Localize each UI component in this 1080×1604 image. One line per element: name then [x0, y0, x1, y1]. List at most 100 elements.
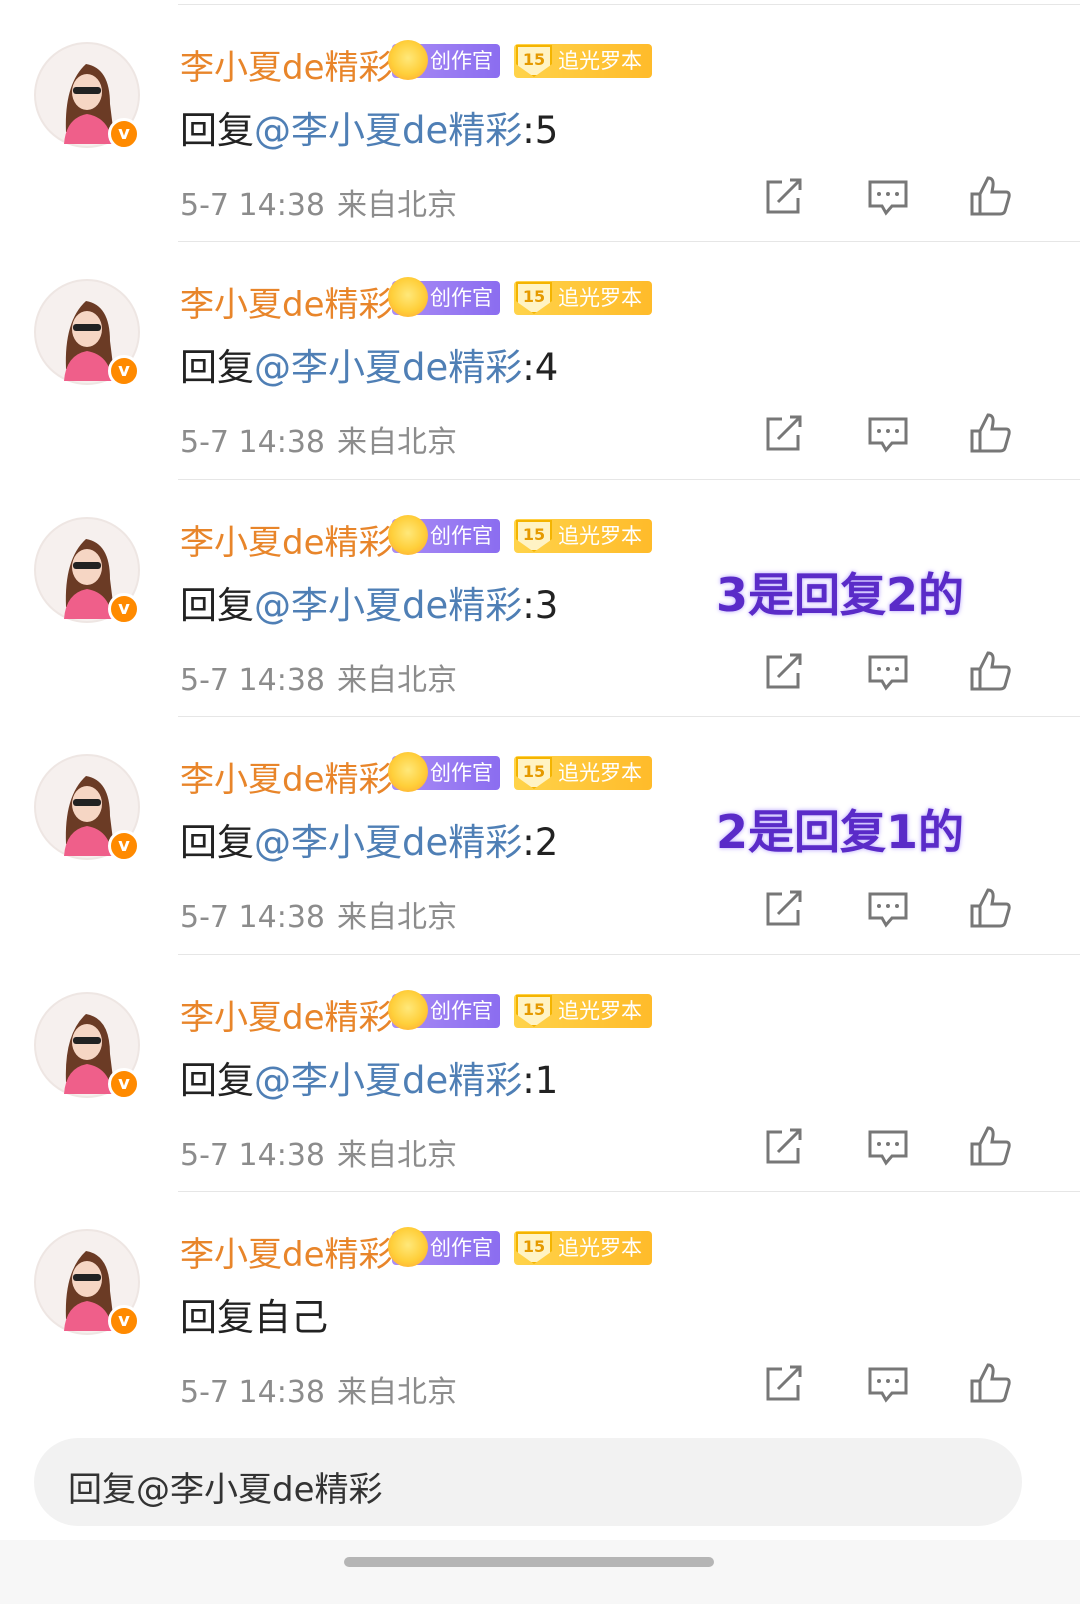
creator-badge[interactable]: 创作官: [388, 990, 500, 1030]
like-icon: [970, 1126, 1011, 1166]
mention-link[interactable]: @李小夏de精彩: [254, 109, 522, 152]
level-badge[interactable]: 15 追光罗本: [514, 44, 652, 78]
level-badge[interactable]: 15 追光罗本: [514, 281, 652, 315]
like-icon: [970, 413, 1011, 453]
avatar[interactable]: v: [34, 517, 140, 625]
comment-text: 回复@李小夏de精彩:4: [180, 346, 559, 389]
comment-meta: 5-7 14:38 来自北京: [180, 417, 457, 461]
like-button[interactable]: [968, 886, 1012, 930]
level-badge[interactable]: 15 追光罗本: [514, 1231, 652, 1265]
verified-badge: v: [108, 593, 140, 625]
like-icon: [970, 176, 1011, 216]
timestamp: 5-7 14:38: [180, 1375, 325, 1410]
verified-badge: v: [108, 1305, 140, 1337]
bulb-icon: [388, 990, 428, 1030]
like-button[interactable]: [968, 649, 1012, 693]
avatar[interactable]: v: [34, 279, 140, 387]
comment-icon: [868, 892, 908, 928]
comment-meta: 5-7 14:38 来自北京: [180, 1130, 457, 1174]
username[interactable]: 李小夏de精彩: [180, 277, 393, 326]
avatar[interactable]: v: [34, 42, 140, 150]
level-badge[interactable]: 15 追光罗本: [514, 519, 652, 553]
mention-link[interactable]: @李小夏de精彩: [254, 346, 522, 389]
comment-button[interactable]: [866, 411, 910, 455]
mention-link[interactable]: @李小夏de精彩: [254, 584, 522, 627]
level-number: 15: [516, 757, 552, 789]
timestamp: 5-7 14:38: [180, 900, 325, 935]
home-indicator[interactable]: [344, 1557, 714, 1567]
reply-input[interactable]: 回复@李小夏de精彩: [34, 1438, 1022, 1526]
level-badge[interactable]: 15 追光罗本: [514, 756, 652, 790]
bulb-icon: [388, 40, 428, 80]
level-badge[interactable]: 15 追光罗本: [514, 994, 652, 1028]
verified-badge: v: [108, 355, 140, 387]
like-button[interactable]: [968, 411, 1012, 455]
divider: [178, 1191, 1080, 1192]
avatar[interactable]: v: [34, 1229, 140, 1337]
bulb-icon: [388, 277, 428, 317]
share-button[interactable]: [762, 1361, 806, 1405]
comment-icon: [868, 417, 908, 453]
share-button[interactable]: [762, 411, 806, 455]
location: 来自北京: [337, 425, 457, 460]
comment-meta: 5-7 14:38 来自北京: [180, 655, 457, 699]
location: 来自北京: [337, 900, 457, 935]
creator-badge[interactable]: 创作官: [388, 40, 500, 80]
share-button[interactable]: [762, 886, 806, 930]
timestamp: 5-7 14:38: [180, 188, 325, 223]
creator-badge[interactable]: 创作官: [388, 277, 500, 317]
share-icon: [766, 890, 802, 926]
username[interactable]: 李小夏de精彩: [180, 752, 393, 801]
comment-text: 回复@李小夏de精彩:1: [180, 1059, 559, 1102]
username[interactable]: 李小夏de精彩: [180, 990, 393, 1039]
share-icon: [766, 178, 802, 214]
comment-text: 回复@李小夏de精彩:2: [180, 821, 559, 864]
comment-item: v 李小夏de精彩 创作官 15 追光罗本 回复@李小夏de精彩:3 3是回复2的…: [0, 479, 1080, 717]
comment-item: v 李小夏de精彩 创作官 15 追光罗本 回复@李小夏de精彩:5 5-7 14…: [0, 4, 1080, 242]
share-icon: [766, 1128, 802, 1164]
share-button[interactable]: [762, 174, 806, 218]
comment-meta: 5-7 14:38 来自北京: [180, 180, 457, 224]
comment-button[interactable]: [866, 1361, 910, 1405]
creator-badge[interactable]: 创作官: [388, 515, 500, 555]
share-icon: [766, 1365, 802, 1401]
location: 来自北京: [337, 663, 457, 698]
comment-button[interactable]: [866, 649, 910, 693]
username[interactable]: 李小夏de精彩: [180, 1227, 393, 1276]
comment-item: v 李小夏de精彩 创作官 15 追光罗本 回复@李小夏de精彩:1 5-7 14…: [0, 954, 1080, 1192]
timestamp: 5-7 14:38: [180, 663, 325, 698]
verified-badge: v: [108, 1068, 140, 1100]
location: 来自北京: [337, 188, 457, 223]
comment-button[interactable]: [866, 174, 910, 218]
comment-item: v 李小夏de精彩 创作官 15 追光罗本 回复@李小夏de精彩:2 2是回复1的…: [0, 716, 1080, 954]
level-number: 15: [516, 282, 552, 314]
comment-button[interactable]: [866, 1124, 910, 1168]
comment-meta: 5-7 14:38 来自北京: [180, 1367, 457, 1411]
bulb-icon: [388, 515, 428, 555]
annotation-note: 2是回复1的: [716, 805, 965, 859]
timestamp: 5-7 14:38: [180, 1138, 325, 1173]
share-icon: [766, 653, 802, 689]
mention-link[interactable]: @李小夏de精彩: [254, 821, 522, 864]
like-button[interactable]: [968, 1361, 1012, 1405]
avatar[interactable]: v: [34, 754, 140, 862]
like-button[interactable]: [968, 1124, 1012, 1168]
like-button[interactable]: [968, 174, 1012, 218]
avatar[interactable]: v: [34, 992, 140, 1100]
creator-badge[interactable]: 创作官: [388, 752, 500, 792]
bottom-safe-area: [0, 1540, 1080, 1604]
comment-text: 回复自己: [180, 1296, 328, 1339]
comment-item: v 李小夏de精彩 创作官 15 追光罗本 回复自己 5-7 14:38 来自北京: [0, 1191, 1080, 1429]
creator-badge[interactable]: 创作官: [388, 1227, 500, 1267]
verified-badge: v: [108, 830, 140, 862]
like-icon: [970, 888, 1011, 928]
username[interactable]: 李小夏de精彩: [180, 515, 393, 564]
username[interactable]: 李小夏de精彩: [180, 40, 393, 89]
divider: [178, 241, 1080, 242]
share-button[interactable]: [762, 1124, 806, 1168]
comment-button[interactable]: [866, 886, 910, 930]
mention-link[interactable]: @李小夏de精彩: [254, 1059, 522, 1102]
reply-input-placeholder: 回复@李小夏de精彩: [68, 1470, 383, 1510]
level-number: 15: [516, 520, 552, 552]
share-button[interactable]: [762, 649, 806, 693]
